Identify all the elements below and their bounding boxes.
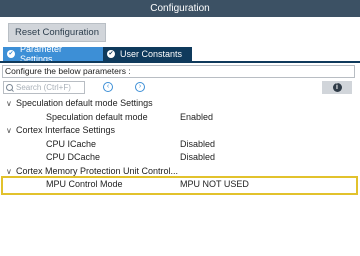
group-label: Speculation default mode Settings — [16, 98, 153, 108]
param-value[interactable]: Disabled — [180, 138, 215, 152]
check-icon: ✔ — [7, 50, 15, 58]
tree-group-speculation[interactable]: ∨ Speculation default mode Settings — [0, 97, 360, 111]
configure-instruction: Configure the below parameters : — [2, 65, 355, 78]
highlight-box — [1, 176, 358, 195]
tree-param-cpu-icache[interactable]: CPU ICache Disabled — [0, 138, 360, 152]
tab-divider — [0, 61, 360, 63]
param-name: CPU ICache — [46, 138, 97, 149]
check-icon: ✔ — [107, 50, 115, 58]
param-name: CPU DCache — [46, 152, 101, 162]
search-input[interactable] — [16, 83, 82, 92]
tab-label: User Constants — [120, 49, 183, 59]
previous-result-button[interactable]: ‹ — [103, 82, 113, 92]
group-label: Cortex Interface Settings — [16, 125, 116, 135]
tab-bar: ✔ Parameter Settings ✔ User Constants — [3, 44, 192, 64]
param-name: Speculation default mode — [46, 111, 148, 122]
tab-parameter-settings[interactable]: ✔ Parameter Settings — [3, 44, 103, 64]
next-result-button[interactable]: › — [135, 82, 145, 92]
param-value[interactable]: Disabled — [180, 151, 215, 165]
param-value[interactable]: Enabled — [180, 111, 213, 125]
tree-group-cortex-interface[interactable]: ∨ Cortex Interface Settings — [0, 124, 360, 138]
tab-user-constants[interactable]: ✔ User Constants — [103, 47, 192, 61]
chevron-down-icon[interactable]: ∨ — [6, 97, 12, 111]
tree-param-cpu-dcache[interactable]: CPU DCache Disabled — [0, 151, 360, 165]
search-box[interactable] — [3, 81, 85, 94]
window-title: Configuration — [0, 0, 360, 17]
info-button[interactable]: i — [322, 81, 352, 94]
search-icon — [6, 83, 14, 92]
chevron-down-icon[interactable]: ∨ — [6, 124, 12, 138]
tree-param-speculation-default-mode[interactable]: Speculation default mode Enabled — [0, 111, 360, 125]
info-icon: i — [332, 83, 342, 92]
reset-configuration-button[interactable]: Reset Configuration — [8, 23, 106, 42]
